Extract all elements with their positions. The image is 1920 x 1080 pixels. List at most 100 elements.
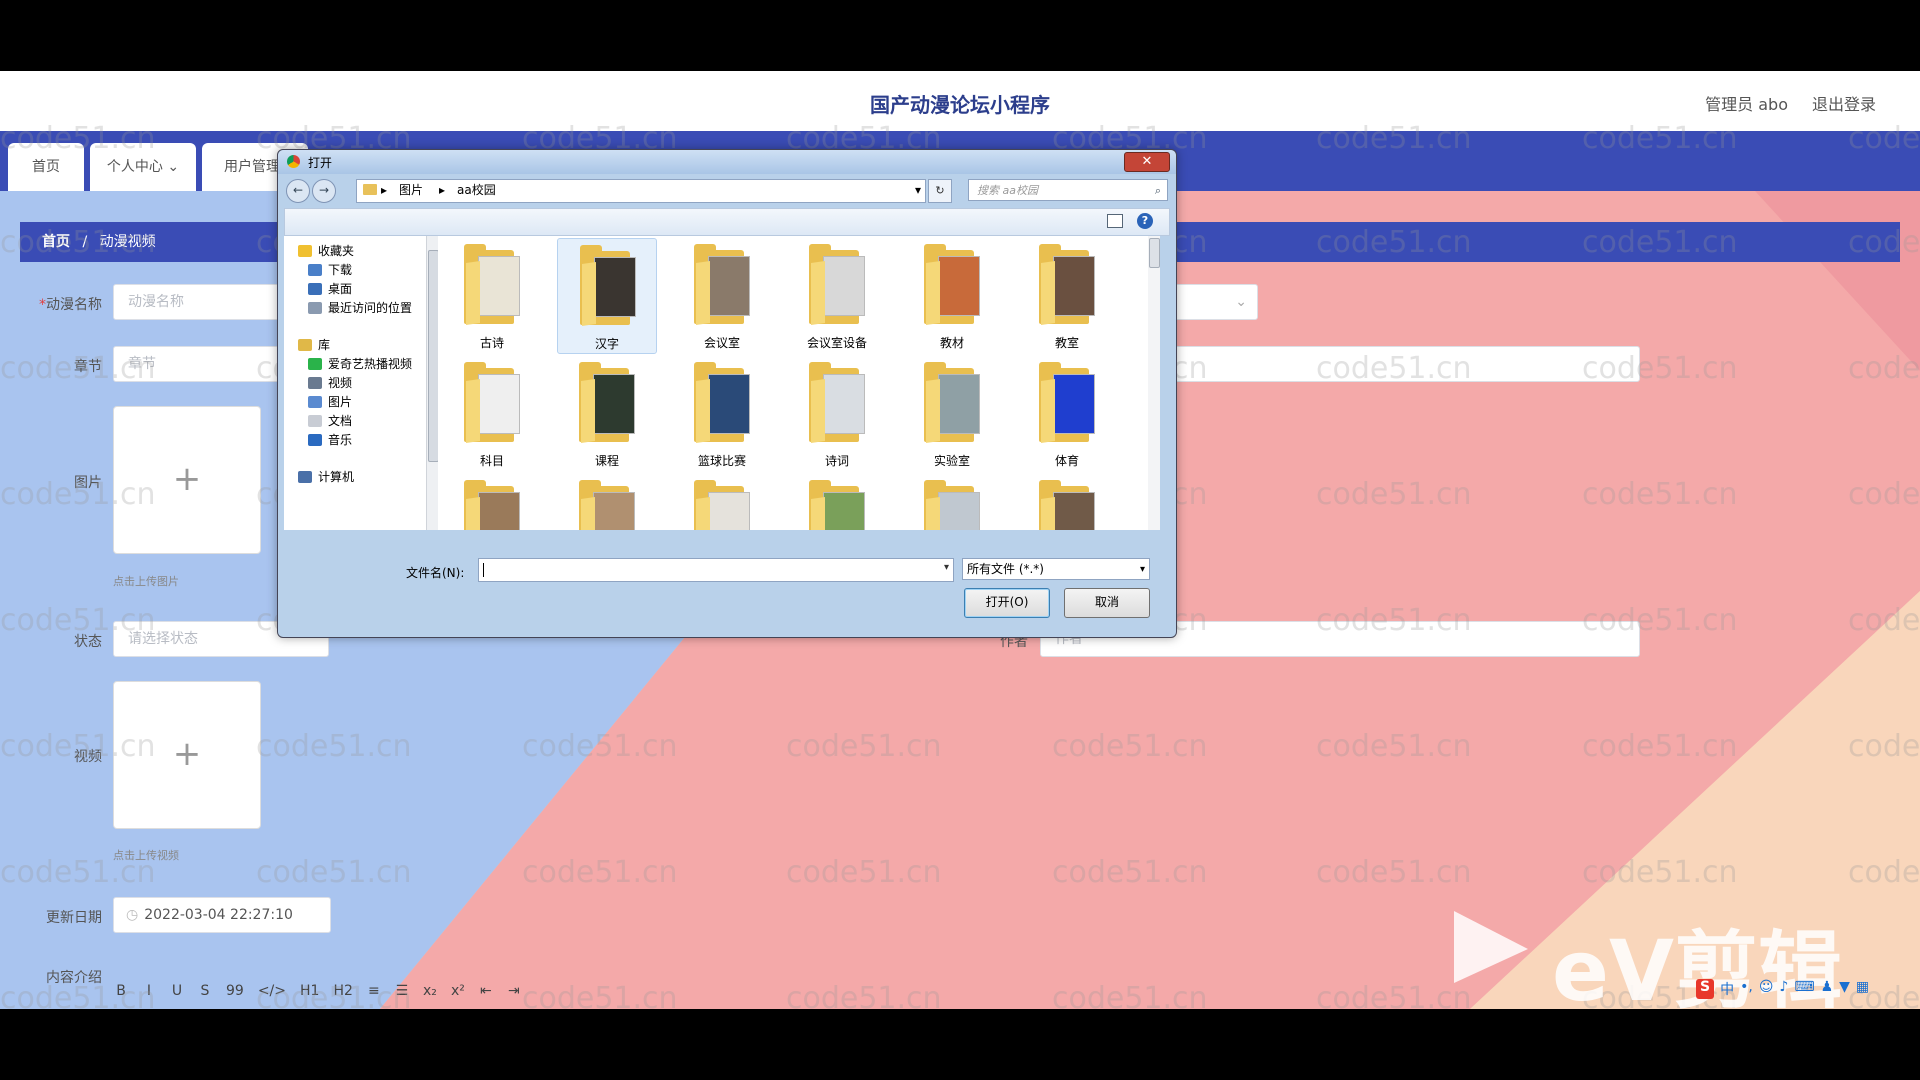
folder-item[interactable]: 篮球比赛 [672, 356, 772, 472]
folder-item[interactable] [1017, 474, 1117, 530]
folder-item[interactable] [672, 474, 772, 530]
name-label-text: 动漫名称 [46, 297, 102, 313]
user-icon[interactable]: ♟ [1821, 979, 1834, 999]
nav-item-label: 图片 [328, 395, 353, 409]
folder-item[interactable] [902, 474, 1002, 530]
watermark-text: code51.cn [1316, 855, 1472, 890]
toolbar-button[interactable]: x₂ [423, 983, 437, 999]
toolbar-button[interactable]: x² [451, 983, 465, 999]
watermark-text: code51.cn [1316, 603, 1472, 638]
mic-icon[interactable]: ♪ [1779, 979, 1788, 999]
address-bar[interactable]: ▸ 图片 ▸ aa校园 ▾ [356, 179, 926, 203]
folder-name: 实验室 [933, 454, 970, 468]
folder-item[interactable]: 汉字 [557, 238, 657, 354]
dialog-titlebar[interactable]: 打开 ✕ [278, 150, 1176, 174]
watermark-text: code51.cn [1848, 729, 1920, 764]
folder-icon [464, 480, 522, 530]
folder-item[interactable]: 课程 [557, 356, 657, 472]
file-scrollbar[interactable] [1148, 236, 1160, 530]
folder-item[interactable]: 诗词 [787, 356, 887, 472]
folder-item[interactable]: 教室 [1017, 238, 1117, 354]
nav-item[interactable]: 图片 [308, 393, 352, 410]
watermark-text: code51.cn [522, 855, 678, 890]
toolbar-button[interactable]: 99 [226, 983, 244, 999]
nav-item[interactable]: 库 [298, 336, 330, 353]
ime-mode-icon[interactable]: 中 [1720, 979, 1734, 999]
skin-icon[interactable]: ▼ [1839, 979, 1850, 999]
nav-item[interactable]: 计算机 [298, 468, 354, 485]
search-input[interactable]: 搜索 aa校园 ⌕ [968, 179, 1168, 201]
folder-icon [1039, 480, 1097, 530]
back-button[interactable]: ← [286, 179, 310, 203]
watermark-text: code51.cn [0, 981, 156, 1009]
admin-name: 管理员 abo [1705, 95, 1788, 114]
watermark-text: code51.cn [1316, 729, 1472, 764]
preview-pane-icon[interactable] [1107, 214, 1123, 228]
dialog-title: 打开 [308, 156, 333, 170]
close-button[interactable]: ✕ [1124, 152, 1170, 172]
keyboard-icon[interactable]: ⌨ [1794, 979, 1814, 999]
nav-item-label: 最近访问的位置 [328, 301, 413, 315]
folder-name: 体育 [1054, 454, 1079, 468]
emoji-icon[interactable]: ☺ [1759, 979, 1774, 999]
grid-icon[interactable]: ▦ [1856, 979, 1869, 999]
chevron-down-icon[interactable]: ▾ [944, 562, 949, 573]
nav-item[interactable]: 下载 [308, 261, 352, 278]
watermark-text: code51.cn [1582, 351, 1738, 386]
watermark-text: code51.cn [1848, 603, 1920, 638]
chevron-down-icon: ⌄ [162, 159, 180, 175]
folder-item[interactable]: 教材 [902, 238, 1002, 354]
command-bar: ? [284, 208, 1170, 236]
nav-item[interactable]: 视频 [308, 374, 352, 391]
video-icon [308, 377, 322, 389]
pictures-icon [308, 396, 322, 408]
filename-label: 文件名(N): [406, 566, 465, 580]
nav-item[interactable]: 最近访问的位置 [308, 299, 412, 316]
nav-item[interactable]: 收藏夹 [298, 242, 354, 259]
nav-item[interactable]: 桌面 [308, 280, 352, 297]
nav-item[interactable]: 音乐 [308, 431, 352, 448]
folder-item[interactable] [442, 474, 542, 530]
folder-item[interactable]: 科目 [442, 356, 542, 472]
toolbar-button[interactable]: ⇥ [507, 983, 521, 999]
folder-item[interactable]: 会议室 [672, 238, 772, 354]
toolbar-button[interactable]: S [198, 983, 212, 999]
filetype-select[interactable]: 所有文件 (*.*) ▾ [962, 558, 1150, 580]
folder-item[interactable]: 实验室 [902, 356, 1002, 472]
nav-item[interactable]: 文档 [308, 412, 352, 429]
folder-name: 科目 [479, 454, 504, 468]
folder-icon [694, 244, 752, 325]
folder-item[interactable] [557, 474, 657, 530]
folder-name: 篮球比赛 [697, 454, 746, 468]
watermark-text: code51.cn [1316, 351, 1472, 386]
folder-item[interactable]: 古诗 [442, 238, 542, 354]
open-button[interactable]: 打开(O) [964, 588, 1050, 618]
folder-icon [579, 362, 637, 443]
toolbar-button[interactable]: U [170, 983, 184, 999]
scroll-thumb[interactable] [1149, 238, 1160, 268]
chevron-down-icon[interactable]: ▾ [915, 180, 921, 201]
watermark-text: code51.cn [1848, 855, 1920, 890]
cancel-button[interactable]: 取消 [1064, 588, 1150, 618]
folder-icon [694, 362, 752, 443]
refresh-button[interactable]: ↻ [928, 179, 952, 203]
forward-button[interactable]: → [312, 179, 336, 203]
address-segment-pictures[interactable]: 图片 [399, 180, 423, 201]
address-segment-campus[interactable]: aa校园 [457, 180, 496, 201]
toolbar-button[interactable]: ⇤ [479, 983, 493, 999]
site-title: 国产动漫论坛小程序 [870, 93, 1050, 117]
folder-icon [809, 480, 867, 530]
folder-item[interactable]: 体育 [1017, 356, 1117, 472]
punct-icon[interactable]: •, [1740, 979, 1753, 999]
help-icon[interactable]: ? [1137, 213, 1153, 229]
filename-input[interactable]: ▾ [478, 558, 954, 582]
folder-name: 诗词 [824, 454, 849, 468]
chevron-down-icon: ⌄ [1235, 294, 1247, 310]
chevron-right-icon: ▸ [381, 183, 388, 197]
date-input[interactable]: ◷ 2022-03-04 22:27:10 [113, 897, 331, 933]
nav-tab-personal-label: 个人中心 [106, 159, 163, 175]
folder-item[interactable] [787, 474, 887, 530]
nav-item[interactable]: 爱奇艺热播视频 [308, 355, 412, 372]
folder-item[interactable]: 会议室设备 [787, 238, 887, 354]
logout-link[interactable]: 退出登录 [1812, 91, 1876, 115]
